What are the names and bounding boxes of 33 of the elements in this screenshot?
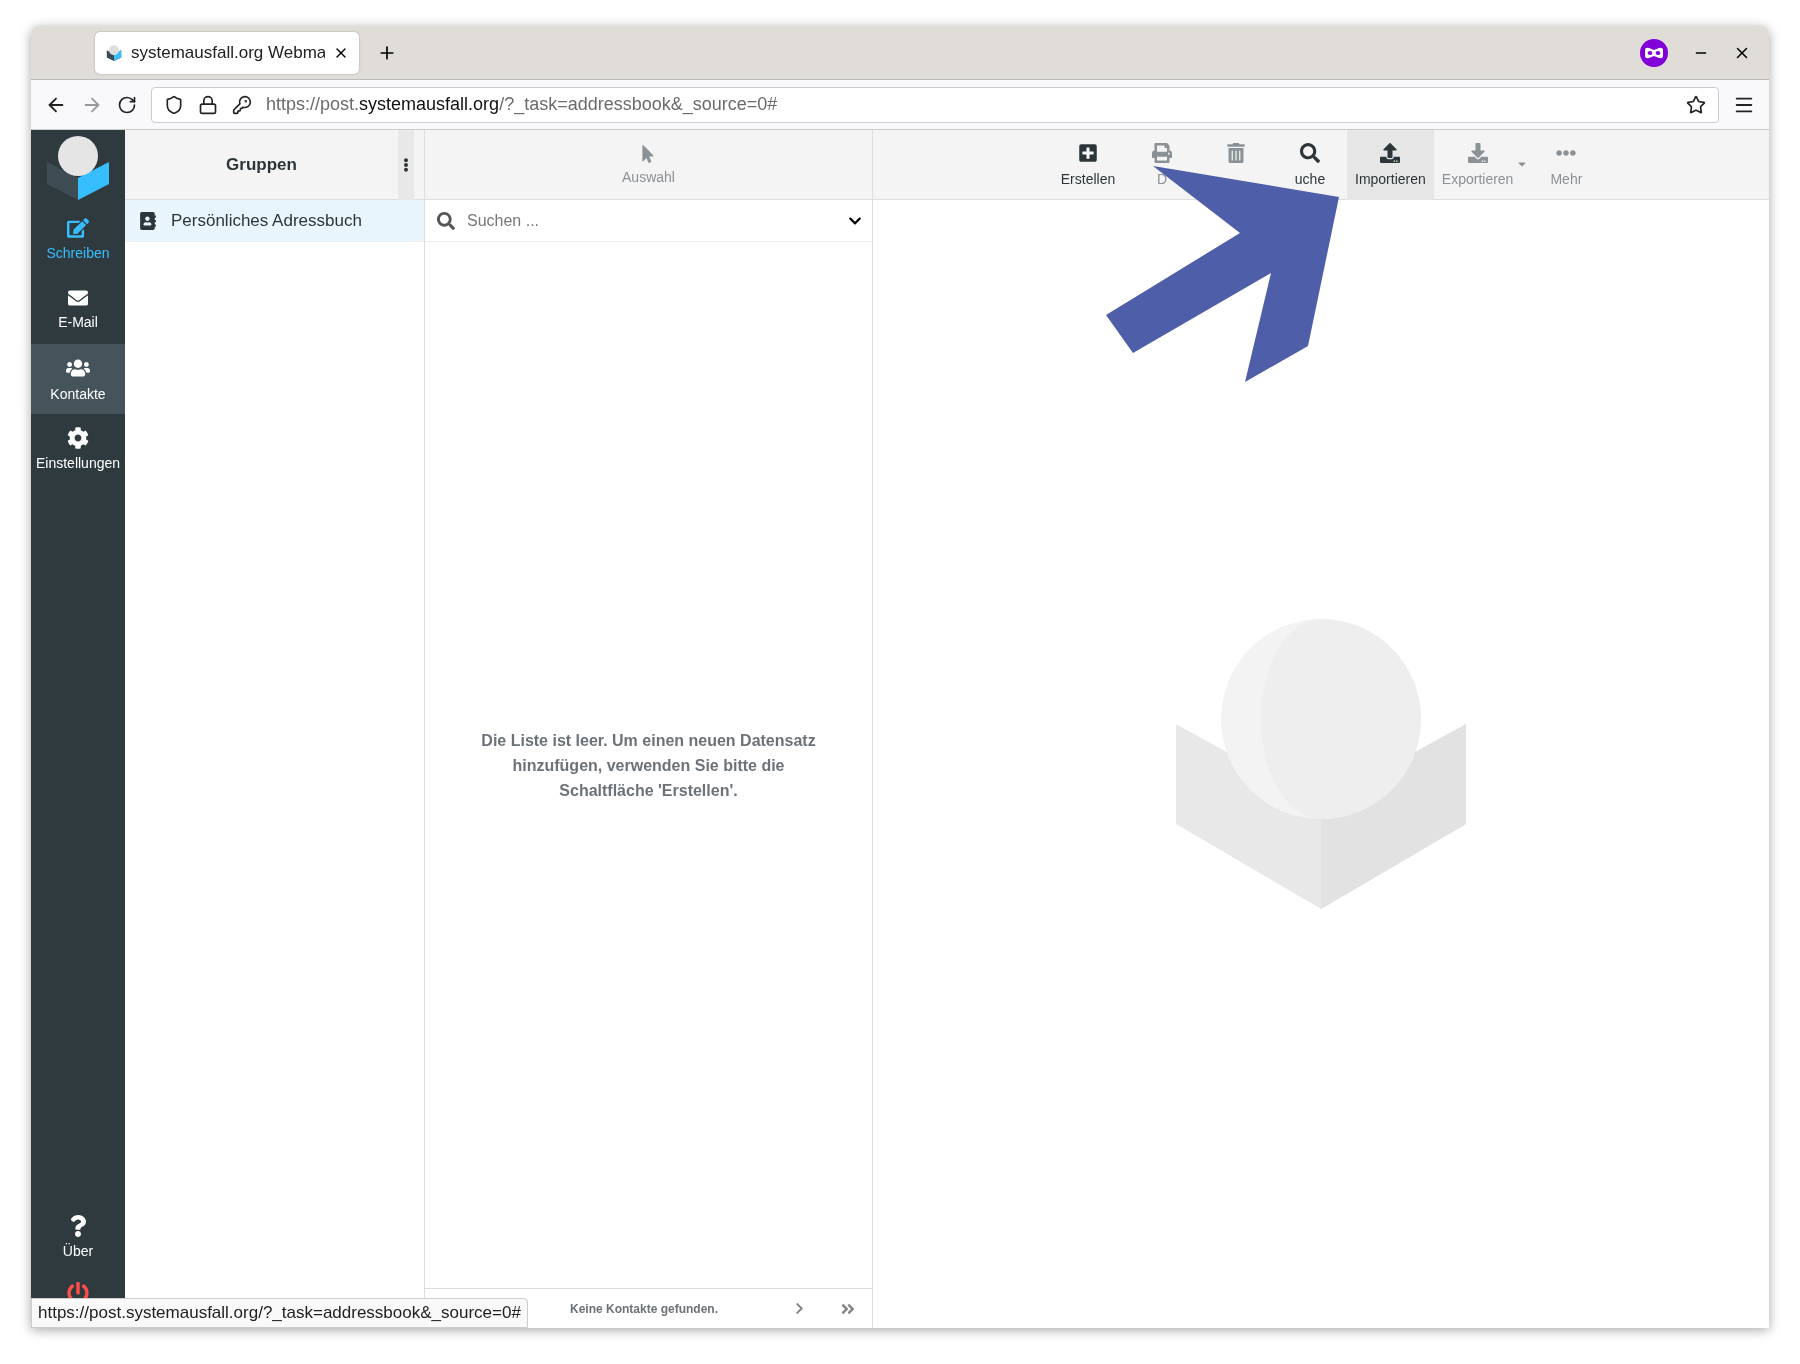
status-url-tooltip: https://post.systemausfall.org/?_task=addressbook&_source=0# [31, 1298, 528, 1328]
groups-title: Gruppen [225, 154, 298, 175]
count-text: Keine Kontakte gefunden. [570, 1301, 719, 1316]
next-page-icon[interactable] [793, 1302, 806, 1315]
trash-icon [1226, 143, 1246, 163]
shield-icon [164, 94, 184, 115]
address-bar[interactable]: https://post.systemausfall.org/?_task=addressbook&_source=0# [151, 86, 1719, 123]
reload-icon[interactable] [117, 94, 137, 115]
mail-nav-item[interactable]: E-Mail [31, 274, 125, 344]
compose-nav-item[interactable]: Schreiben [31, 204, 125, 274]
groups-menu-button[interactable] [398, 129, 414, 200]
printer-icon [1152, 143, 1172, 163]
lock-icon [198, 94, 218, 115]
envelope-icon [68, 288, 88, 308]
search-icon [1300, 143, 1320, 163]
import-button[interactable]: Importieren [1347, 130, 1434, 200]
key-icon [232, 94, 252, 115]
contacts-nav-item[interactable]: Kontakte [31, 344, 125, 414]
bookmark-star-icon[interactable] [1686, 94, 1706, 115]
create-button[interactable]: Erstellen [1051, 130, 1125, 200]
empty-list-message: Die Liste ist leer. Um einen neuen Datensatz hinzufügen, verwenden Sie bitte die Schaltfläche 'Erstellen'. [480, 730, 817, 801]
site-icon [105, 43, 123, 62]
upload-icon [1380, 143, 1401, 163]
addressbook-icon [139, 211, 157, 230]
search-icon [437, 211, 455, 230]
download-icon [1467, 143, 1488, 163]
settings-icon [67, 427, 89, 449]
compose-icon [67, 217, 89, 239]
about-nav-item[interactable]: Über [31, 1202, 125, 1272]
settings-nav-item[interactable]: Einstellungen [31, 414, 125, 484]
search-field[interactable]: Suchen ... [465, 210, 838, 231]
plus-icon [1078, 143, 1098, 163]
addressbook-item[interactable]: Persönliches Adressbuch [125, 200, 424, 242]
